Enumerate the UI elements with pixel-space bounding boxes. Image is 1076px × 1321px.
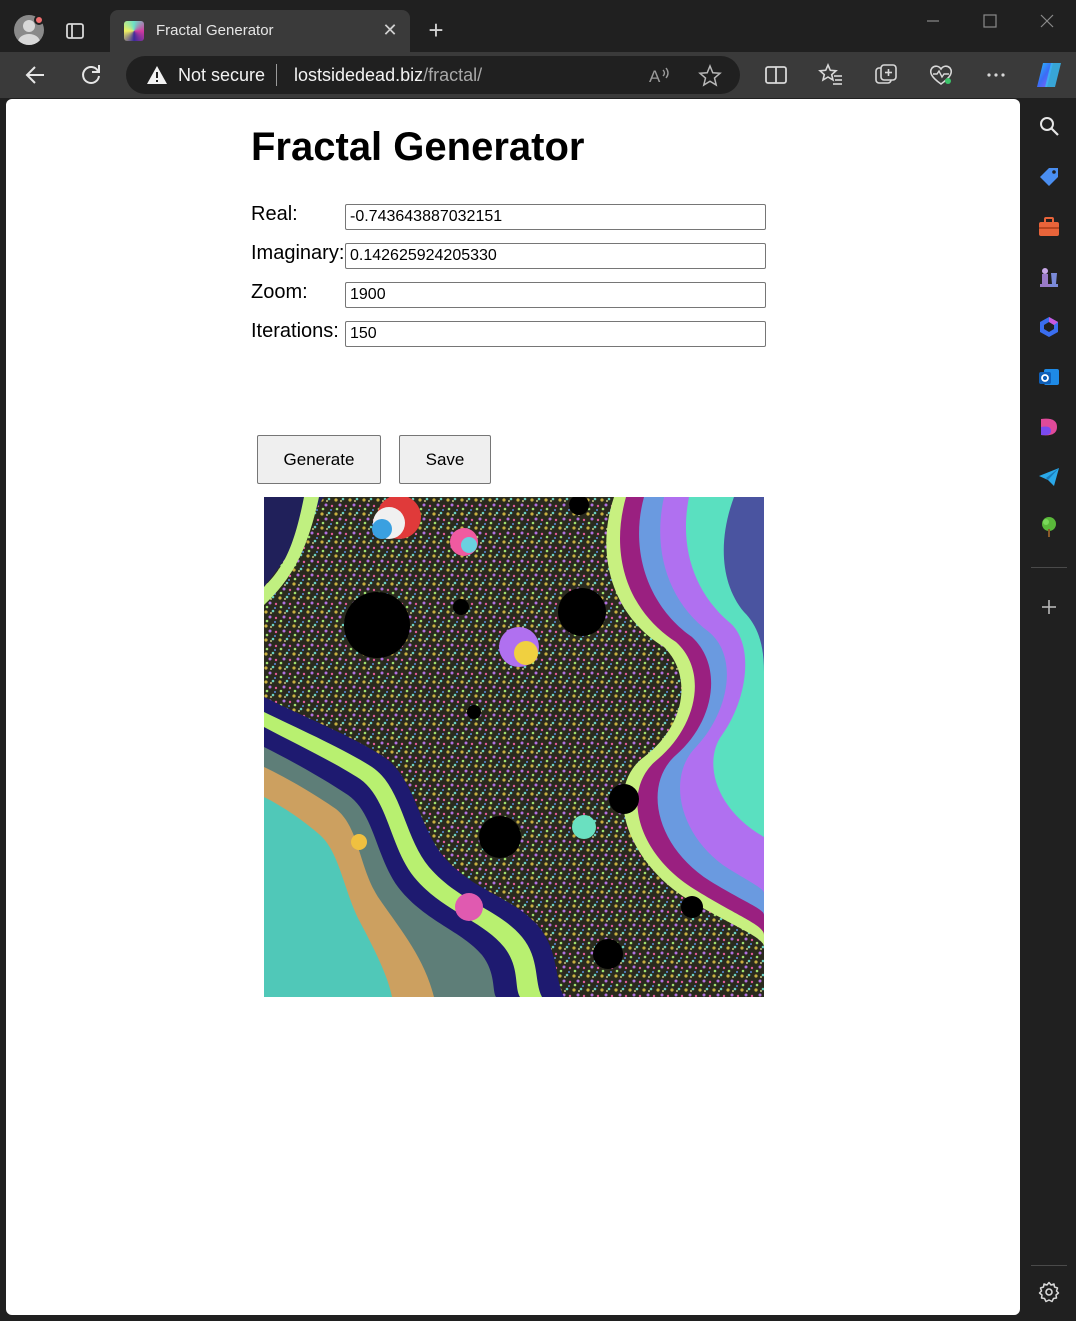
tab-actions-icon[interactable] xyxy=(64,20,86,42)
tools-briefcase-icon[interactable] xyxy=(1037,215,1061,239)
address-separator xyxy=(276,64,277,86)
profile-notification-dot xyxy=(34,15,44,25)
imaginary-label: Imaginary: xyxy=(251,242,345,264)
favorite-star-icon[interactable] xyxy=(698,64,722,88)
outlook-icon[interactable] xyxy=(1037,365,1061,389)
browser-toolbar: Not secure lostsidedead.biz/fractal/ A xyxy=(0,52,1076,98)
settings-gear-icon[interactable] xyxy=(1037,1280,1061,1304)
browser-tab-active[interactable]: Fractal Generator ✕ xyxy=(110,10,410,52)
imaginary-input[interactable] xyxy=(345,243,766,269)
fractal-favicon-icon xyxy=(124,21,144,41)
title-bar: Fractal Generator ✕ + xyxy=(0,0,1076,52)
url-text[interactable]: lostsidedead.biz/fractal/ xyxy=(294,65,482,86)
refresh-icon[interactable] xyxy=(77,61,105,89)
generate-button[interactable]: Generate xyxy=(257,435,381,484)
tab-close-icon[interactable]: ✕ xyxy=(380,20,400,40)
warning-icon[interactable] xyxy=(146,65,168,85)
designer-icon[interactable] xyxy=(1037,415,1061,439)
add-sidebar-app-icon[interactable] xyxy=(1037,595,1061,619)
fractal-image xyxy=(264,497,764,997)
zoom-input[interactable] xyxy=(345,282,766,308)
shopping-tag-icon[interactable] xyxy=(1037,165,1061,189)
copilot-sidebar-icon[interactable] xyxy=(1037,315,1061,339)
svg-text:A: A xyxy=(649,67,661,86)
real-input[interactable] xyxy=(345,204,766,230)
back-arrow-icon[interactable] xyxy=(22,61,50,89)
page-title: Fractal Generator xyxy=(251,125,585,169)
more-menu-icon[interactable] xyxy=(982,61,1010,89)
url-host: lostsidedead.biz xyxy=(294,65,424,85)
iterations-label: Iterations: xyxy=(251,320,339,342)
tab-title: Fractal Generator xyxy=(156,22,274,39)
real-label: Real: xyxy=(251,203,298,225)
split-screen-icon[interactable] xyxy=(762,61,790,89)
page-viewport: Fractal Generator Real: Imaginary: Zoom:… xyxy=(6,99,1020,1315)
games-chess-icon[interactable] xyxy=(1037,265,1061,289)
collections-icon[interactable] xyxy=(872,61,900,89)
security-status[interactable]: Not secure xyxy=(178,65,265,86)
edge-sidebar xyxy=(1022,98,1076,1321)
favorites-icon[interactable] xyxy=(817,61,845,89)
sidebar-divider xyxy=(1031,567,1067,568)
sidebar-divider-bottom xyxy=(1031,1265,1067,1266)
tree-icon[interactable] xyxy=(1037,515,1061,539)
maximize-icon[interactable] xyxy=(975,8,1005,34)
read-aloud-icon[interactable]: A xyxy=(648,64,672,86)
url-path: /fractal/ xyxy=(423,65,483,85)
close-window-icon[interactable] xyxy=(1032,8,1062,34)
browser-essentials-icon[interactable] xyxy=(927,61,955,89)
iterations-input[interactable] xyxy=(345,321,766,347)
search-icon[interactable] xyxy=(1037,114,1061,138)
new-tab-icon[interactable]: + xyxy=(424,17,448,43)
address-bar[interactable]: Not secure lostsidedead.biz/fractal/ A xyxy=(126,56,740,94)
zoom-label: Zoom: xyxy=(251,281,308,303)
save-button[interactable]: Save xyxy=(399,435,491,484)
minimize-icon[interactable] xyxy=(918,8,948,34)
copilot-icon[interactable] xyxy=(1034,60,1064,90)
send-telegram-icon[interactable] xyxy=(1037,465,1061,489)
